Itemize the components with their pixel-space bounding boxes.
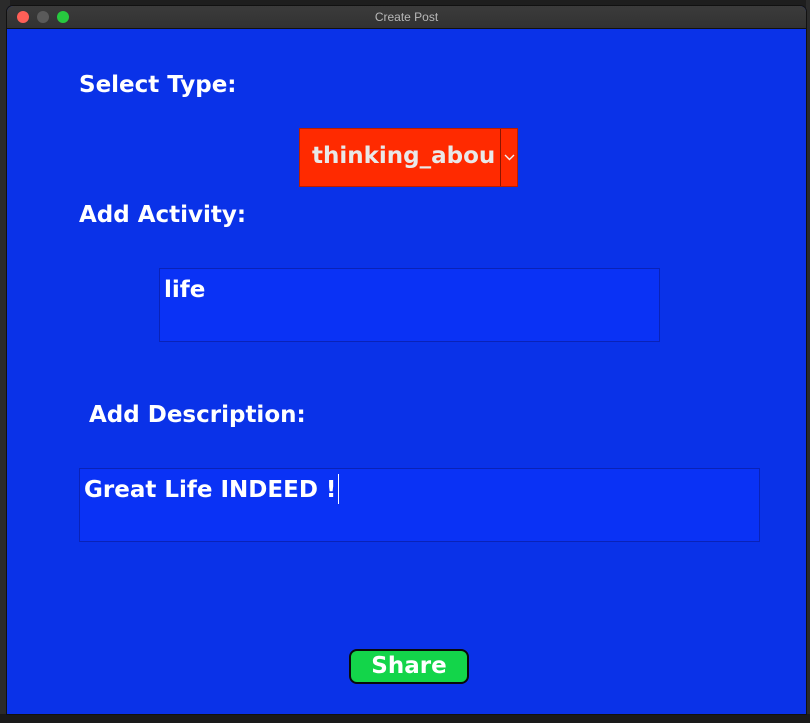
type-select[interactable]: thinking_about: [299, 128, 518, 187]
chevron-down-icon[interactable]: [500, 129, 517, 186]
create-post-window: Create Post Select Type: thinking_about …: [7, 6, 806, 714]
add-activity-label: Add Activity:: [79, 202, 247, 228]
description-input[interactable]: Great Life INDEED !: [79, 468, 760, 542]
select-type-label: Select Type:: [79, 72, 237, 98]
window-title: Create Post: [374, 10, 439, 24]
type-select-value: thinking_about: [312, 143, 494, 169]
form-content: Select Type: thinking_about Add Activity…: [7, 29, 806, 714]
text-caret: [338, 473, 340, 504]
share-button[interactable]: Share: [349, 649, 469, 684]
description-input-value: Great Life INDEED !: [84, 477, 337, 503]
activity-input-value: life: [164, 277, 206, 303]
activity-input[interactable]: life: [159, 268, 660, 342]
desktop-backdrop-bottom: [0, 714, 810, 723]
title-bar: Create Post: [7, 6, 806, 29]
desktop-backdrop-right: [806, 0, 810, 723]
add-description-label: Add Description:: [89, 402, 306, 428]
